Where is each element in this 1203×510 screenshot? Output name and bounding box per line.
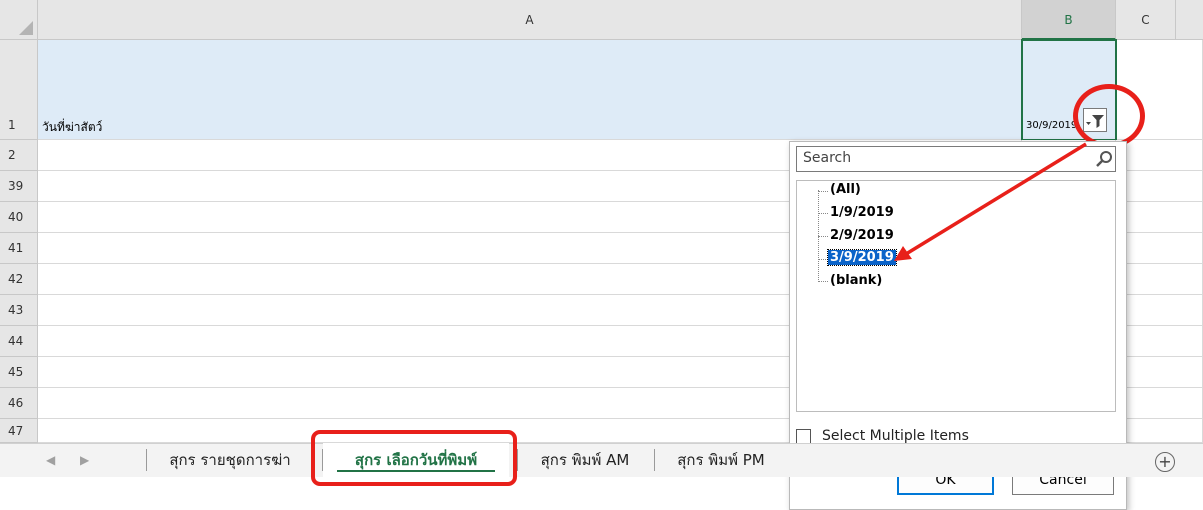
row-header[interactable]: 47 [0,419,38,443]
add-sheet-icon[interactable]: + [1155,452,1175,472]
row-header[interactable]: 44 [0,326,38,357]
filter-search-input[interactable]: Search [796,146,1116,172]
grid-cell[interactable] [1116,171,1203,202]
row-header[interactable]: 41 [0,233,38,264]
grid-cell[interactable] [1116,357,1203,388]
tab-separator [146,449,147,471]
row-header[interactable]: 39 [0,171,38,202]
row-header[interactable]: 40 [0,202,38,233]
column-header-c[interactable]: C [1116,0,1176,40]
filter-item-all[interactable]: (All) [828,182,863,197]
cell-a1-text: วันที่ฆ่าสัตว์ [42,120,103,134]
tree-connector [818,213,828,214]
grid-cell[interactable] [1116,326,1203,357]
search-icon [1096,151,1112,167]
grid-cell[interactable] [1116,295,1203,326]
grid-cell[interactable] [1116,140,1203,171]
tree-connector [818,281,828,282]
tab-sheet-4[interactable]: สุกร พิมพ์ PM [655,443,787,477]
tree-connector [818,236,828,237]
grid-cell[interactable] [1116,202,1203,233]
select-multiple-label[interactable]: Select Multiple Items [822,428,969,444]
tree-connector [818,259,828,260]
grid-cell[interactable] [1116,419,1203,443]
filter-item-blank[interactable]: (blank) [828,273,884,288]
row-header[interactable]: 2 [0,140,38,171]
column-header-b[interactable]: B [1022,0,1116,40]
filter-item-3-9-2019[interactable]: 3/9/2019 [827,249,897,266]
row-header[interactable]: 45 [0,357,38,388]
row-header[interactable]: 42 [0,264,38,295]
tab-sheet-1[interactable]: สุกร รายชุดการฆ่า [150,443,310,477]
row-header[interactable]: 43 [0,295,38,326]
tree-connector [818,191,828,192]
column-header-a[interactable]: A [38,0,1022,40]
tab-sheet-3[interactable]: สุกร พิมพ์ AM [518,443,652,477]
filter-item-1-9-2019[interactable]: 1/9/2019 [828,205,896,220]
row-header[interactable]: 46 [0,388,38,419]
row-header-1[interactable]: 1 [0,40,38,140]
column-header-next [1176,0,1203,40]
filter-search-placeholder: Search [803,150,852,166]
filter-item-2-9-2019[interactable]: 2/9/2019 [828,228,896,243]
grid-cell[interactable] [1116,388,1203,419]
grid-cell[interactable] [1116,233,1203,264]
cell-a1[interactable]: วันที่ฆ่าสัตว์ [38,40,1022,140]
tab-scroll-left-icon[interactable]: ◀ [46,443,55,477]
annotation-circle [1073,84,1145,148]
annotation-tab-highlight [311,430,517,486]
grid-cell[interactable] [1116,264,1203,295]
select-multiple-checkbox[interactable] [796,429,811,444]
select-all-corner[interactable] [0,0,38,40]
tab-scroll-right-icon[interactable]: ▶ [80,443,89,477]
